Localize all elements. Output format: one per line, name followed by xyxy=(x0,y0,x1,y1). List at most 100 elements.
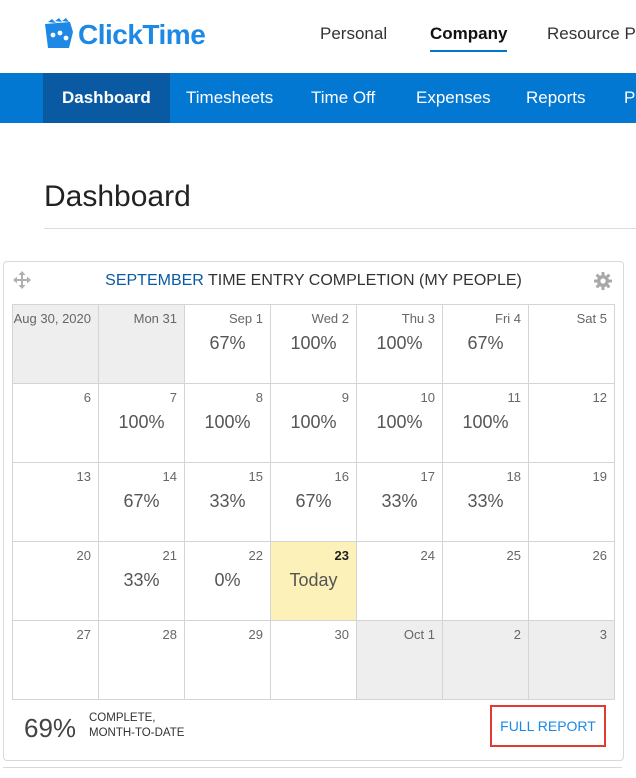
main-nav: Dashboard Timesheets Time Off Expenses R… xyxy=(0,73,636,123)
calendar-day-cell[interactable]: 14 67% xyxy=(98,462,185,542)
top-header: ClickTime Personal Company Resource Pl xyxy=(0,0,636,73)
calendar-today-label: Today xyxy=(289,570,338,590)
calendar-day-cell[interactable]: 29 xyxy=(184,620,271,700)
calendar-day-cell[interactable]: Oct 1 xyxy=(356,620,443,700)
calendar-date-label: 29 xyxy=(248,627,263,642)
calendar-completion-percent: 67% xyxy=(209,333,246,353)
calendar-day-cell[interactable]: 9 100% xyxy=(270,383,357,463)
calendar-date-label: 12 xyxy=(592,390,607,405)
calendar-date-label: 17 xyxy=(420,469,435,484)
calendar-day-cell[interactable]: 7 100% xyxy=(98,383,185,463)
calendar-completion-percent: 33% xyxy=(381,491,418,511)
calendar-day-cell[interactable]: 3 xyxy=(528,620,615,700)
calendar-completion-percent: 100% xyxy=(290,333,337,353)
calendar-day-cell[interactable]: Sep 1 67% xyxy=(184,304,271,384)
calendar-week-row: Aug 30, 2020 Mon 31 Sep 1 67% Wed 2 100% Thu 3… xyxy=(12,304,615,384)
calendar-day-cell[interactable]: 16 67% xyxy=(270,462,357,542)
calendar-completion-percent: 67% xyxy=(467,333,504,353)
calendar-day-cell[interactable]: 8 100% xyxy=(184,383,271,463)
nav-time-off[interactable]: Time Off xyxy=(311,73,375,123)
calendar-date-label: 6 xyxy=(83,390,91,405)
calendar-day-cell[interactable]: Aug 30, 2020 xyxy=(12,304,99,384)
title-divider xyxy=(44,228,636,229)
calendar-date-label: 11 xyxy=(507,390,522,405)
nav-timesheets[interactable]: Timesheets xyxy=(186,73,273,123)
top-nav-personal[interactable]: Personal xyxy=(320,24,387,44)
calendar-date-label: 24 xyxy=(420,548,435,563)
nav-dashboard[interactable]: Dashboard xyxy=(43,73,170,123)
page-title: Dashboard xyxy=(44,180,191,213)
time-entry-completion-widget: SEPTEMBER TIME ENTRY COMPLETION (MY PEOP… xyxy=(3,261,624,761)
calendar-date-label: 15 xyxy=(248,469,263,484)
calendar-day-cell[interactable]: 25 xyxy=(442,541,529,621)
calendar-day-cell[interactable]: 17 33% xyxy=(356,462,443,542)
calendar-day-cell[interactable]: 15 33% xyxy=(184,462,271,542)
calendar-day-cell[interactable]: 21 33% xyxy=(98,541,185,621)
calendar-day-cell[interactable]: 24 xyxy=(356,541,443,621)
calendar-day-cell[interactable]: 12 xyxy=(528,383,615,463)
calendar-day-cell[interactable]: 2 xyxy=(442,620,529,700)
calendar-day-cell[interactable]: 11 100% xyxy=(442,383,529,463)
calendar-date-label: 18 xyxy=(506,469,521,484)
top-nav-resource-planning[interactable]: Resource Pl xyxy=(547,24,636,44)
calendar-date-label: Aug 30, 2020 xyxy=(13,311,91,326)
calendar-day-cell[interactable]: 10 100% xyxy=(356,383,443,463)
calendar-date-label: 7 xyxy=(169,390,177,405)
calendar-day-cell[interactable]: Fri 4 67% xyxy=(442,304,529,384)
completion-calendar: Aug 30, 2020 Mon 31 Sep 1 67% Wed 2 100% Thu 3… xyxy=(12,304,615,700)
month-to-date-label-line1: COMPLETE, xyxy=(89,712,156,724)
clicktime-logo[interactable]: ClickTime xyxy=(42,18,206,52)
calendar-day-cell[interactable]: 20 xyxy=(12,541,99,621)
calendar-day-cell[interactable]: Mon 31 xyxy=(98,304,185,384)
calendar-date-label: 23 xyxy=(334,548,349,563)
calendar-day-cell[interactable]: 22 0% xyxy=(184,541,271,621)
calendar-week-row: 20 21 33% 22 0% 23 Today 24 25 26 xyxy=(12,541,615,621)
calendar-date-label: 3 xyxy=(599,627,607,642)
calendar-completion-percent: 100% xyxy=(462,412,509,432)
widget-title: SEPTEMBER TIME ENTRY COMPLETION (MY PEOP… xyxy=(4,272,623,290)
calendar-completion-percent: 100% xyxy=(376,412,423,432)
nav-reports[interactable]: Reports xyxy=(526,73,586,123)
calendar-date-label: Wed 2 xyxy=(311,311,349,326)
calendar-day-cell[interactable]: 6 xyxy=(12,383,99,463)
calendar-date-label: 26 xyxy=(592,548,607,563)
calendar-day-cell[interactable]: Sat 5 xyxy=(528,304,615,384)
calendar-day-cell[interactable]: 23 Today xyxy=(270,541,357,621)
calendar-completion-percent: 33% xyxy=(123,570,160,590)
calendar-day-cell[interactable]: 30 xyxy=(270,620,357,700)
calendar-completion-percent: 33% xyxy=(467,491,504,511)
gear-icon[interactable] xyxy=(593,271,613,291)
month-to-date-label: COMPLETE, MONTH-TO-DATE xyxy=(89,711,184,741)
calendar-day-cell[interactable]: 18 33% xyxy=(442,462,529,542)
full-report-link[interactable]: FULL REPORT xyxy=(490,705,606,747)
calendar-date-label: 20 xyxy=(76,548,91,563)
calendar-day-cell[interactable]: 13 xyxy=(12,462,99,542)
calendar-date-label: 14 xyxy=(162,469,177,484)
calendar-day-cell[interactable]: 26 xyxy=(528,541,615,621)
calendar-date-label: 22 xyxy=(248,548,263,563)
calendar-week-row: 6 7 100% 8 100% 9 100% 10 100% 11 100% 12 xyxy=(12,383,615,463)
calendar-day-cell[interactable]: Thu 3 100% xyxy=(356,304,443,384)
calendar-completion-percent: 100% xyxy=(118,412,165,432)
calendar-date-label: 13 xyxy=(76,469,91,484)
calendar-day-cell[interactable]: 19 xyxy=(528,462,615,542)
calendar-completion-percent: 100% xyxy=(204,412,251,432)
calendar-day-cell[interactable]: 27 xyxy=(12,620,99,700)
calendar-day-cell[interactable]: Wed 2 100% xyxy=(270,304,357,384)
calendar-date-label: Sep 1 xyxy=(229,311,263,326)
nav-people[interactable]: Pe xyxy=(624,73,636,123)
brand-name: ClickTime xyxy=(78,19,206,50)
calendar-date-label: 28 xyxy=(162,627,177,642)
calendar-completion-percent: 100% xyxy=(376,333,423,353)
nav-expenses[interactable]: Expenses xyxy=(416,73,491,123)
calendar-date-label: 21 xyxy=(162,548,177,563)
calendar-completion-percent: 100% xyxy=(290,412,337,432)
calendar-date-label: 2 xyxy=(513,627,521,642)
calendar-date-label: 16 xyxy=(334,469,349,484)
calendar-day-cell[interactable]: 28 xyxy=(98,620,185,700)
calendar-date-label: 8 xyxy=(255,390,263,405)
calendar-week-row: 13 14 67% 15 33% 16 67% 17 33% 18 33% 19 xyxy=(12,462,615,542)
top-nav-company[interactable]: Company xyxy=(430,24,508,52)
calendar-date-label: 19 xyxy=(592,469,607,484)
month-to-date-percent: 69% xyxy=(24,713,77,743)
